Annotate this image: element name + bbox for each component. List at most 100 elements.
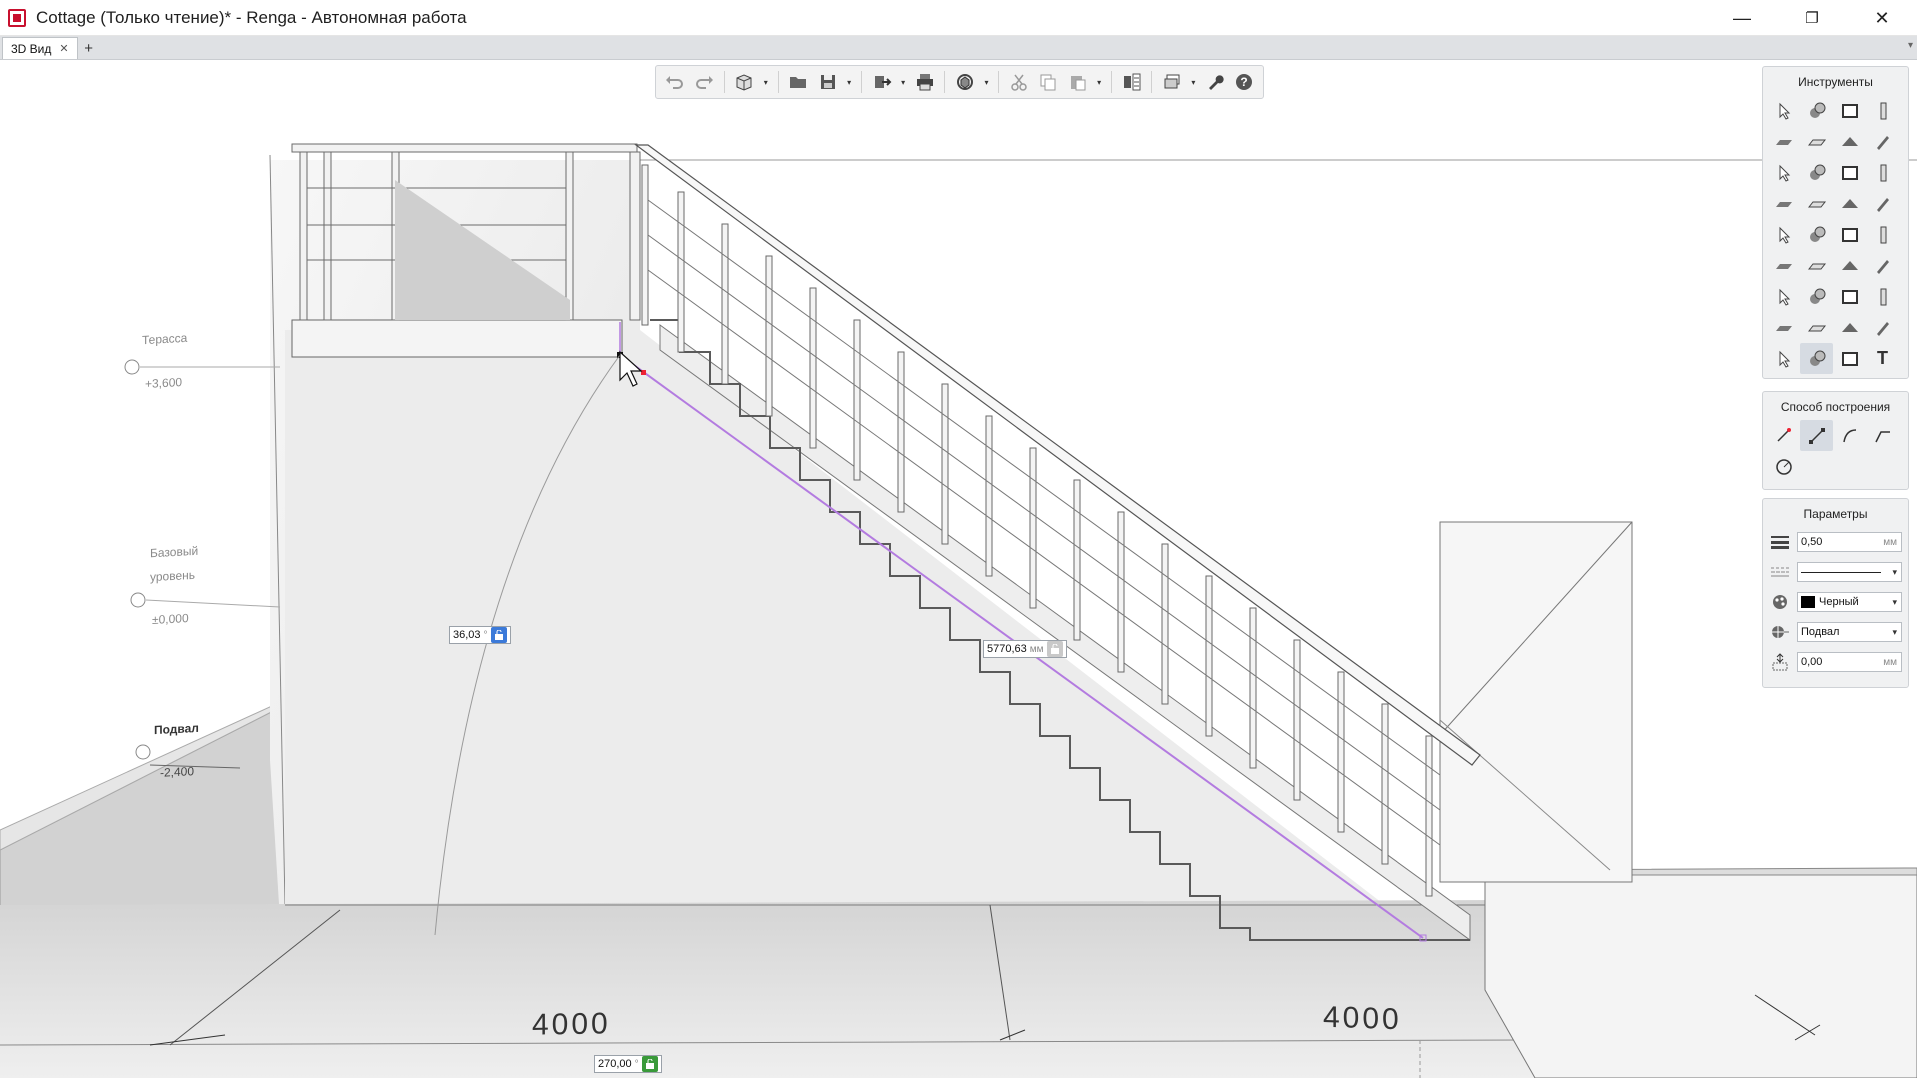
cut-icon[interactable]	[1006, 69, 1031, 95]
print-icon[interactable]	[912, 69, 937, 95]
chevron-down-icon[interactable]: ▾	[761, 78, 771, 87]
fitting-icon[interactable]	[1866, 219, 1899, 250]
by-point-icon[interactable]	[1767, 420, 1800, 451]
roof-icon[interactable]	[1833, 126, 1866, 157]
ventilation-icon[interactable]	[1833, 219, 1866, 250]
wrench-icon[interactable]	[1202, 69, 1227, 95]
view-cube-icon[interactable]	[732, 69, 757, 95]
lock-icon[interactable]	[1046, 641, 1063, 657]
tools-panel-title: Инструменты	[1798, 75, 1873, 89]
lock-icon[interactable]	[641, 1056, 658, 1072]
paste-icon[interactable]	[1065, 69, 1090, 95]
level-icon	[1769, 622, 1791, 642]
bottom-angle-input[interactable]: 270,00 °	[594, 1055, 662, 1073]
hood-icon[interactable]	[1800, 281, 1833, 312]
redo-icon[interactable]	[691, 69, 716, 95]
3d-viewport[interactable]: Терасса +3,600 Базовый уровень ±0,000 По…	[0, 60, 1917, 1078]
line-thickness-input[interactable]: 0,50 мм	[1797, 532, 1902, 552]
railing-icon[interactable]	[1767, 188, 1800, 219]
circle-mode-icon[interactable]	[1767, 451, 1800, 482]
export-icon[interactable]	[869, 69, 894, 95]
arc-icon[interactable]	[1833, 420, 1866, 451]
chevron-down-icon[interactable]: ▾	[1189, 78, 1199, 87]
door-icon[interactable]	[1833, 157, 1866, 188]
duct-fan-icon[interactable]	[1833, 250, 1866, 281]
chevron-down-icon[interactable]: ▾	[1094, 78, 1104, 87]
device-icon[interactable]	[1833, 312, 1866, 343]
toolbar-separator	[998, 71, 1000, 93]
title-bar: Cottage (Только чтение)* - Renga - Автон…	[0, 0, 1917, 36]
lamp-icon[interactable]	[1833, 188, 1866, 219]
select-icon[interactable]	[1767, 95, 1800, 126]
help-icon[interactable]: ?	[1232, 69, 1257, 95]
length-input[interactable]: 5770,63 мм	[983, 640, 1067, 658]
dimension-icon[interactable]	[1767, 343, 1800, 374]
line-icon[interactable]	[1800, 188, 1833, 219]
assembly-icon[interactable]	[1800, 95, 1833, 126]
svg-text:?: ?	[1241, 75, 1248, 89]
add-tab-button[interactable]: +	[78, 37, 100, 59]
brush-icon[interactable]	[1866, 126, 1899, 157]
open-folder-icon[interactable]	[786, 69, 811, 95]
parameters-panel: Параметры 0,50 мм ▾ Черный ▾ Подвал ▾ 0,…	[1762, 498, 1909, 688]
valve-icon[interactable]	[1767, 250, 1800, 281]
net-icon[interactable]	[1800, 312, 1833, 343]
pump-icon[interactable]	[1767, 281, 1800, 312]
tab-strip: 3D Вид ✕ + ▾	[0, 36, 1917, 60]
equipment-icon[interactable]	[1800, 219, 1833, 250]
tank-icon[interactable]	[1866, 281, 1899, 312]
close-button[interactable]: ✕	[1847, 0, 1917, 36]
lock-icon[interactable]	[490, 627, 507, 643]
chevron-down-icon: ▾	[1892, 566, 1897, 577]
stair-flight-icon[interactable]	[1767, 157, 1800, 188]
orbit-icon[interactable]	[952, 69, 977, 95]
save-icon[interactable]	[815, 69, 840, 95]
undo-icon[interactable]	[662, 69, 687, 95]
tab-close-icon[interactable]: ✕	[59, 42, 68, 55]
mech-fitting-icon[interactable]	[1833, 281, 1866, 312]
level-value-basement: -2,400	[160, 764, 195, 780]
minimize-button[interactable]: —	[1707, 0, 1777, 36]
tab-label: 3D Вид	[11, 41, 52, 56]
radiator-icon[interactable]	[1800, 250, 1833, 281]
color-select[interactable]: Черный ▾	[1797, 592, 1902, 612]
terminal-icon[interactable]	[1866, 312, 1899, 343]
hatch-icon[interactable]	[1833, 343, 1866, 374]
pipe-icon[interactable]	[1866, 188, 1899, 219]
cabinet-icon[interactable]	[1767, 312, 1800, 343]
beam-icon[interactable]	[1767, 126, 1800, 157]
polyline-mode-icon[interactable]	[1866, 420, 1899, 451]
offset-input[interactable]: 0,00 мм	[1797, 652, 1902, 672]
chevron-down-icon[interactable]: ▾	[898, 78, 908, 87]
line-type-select[interactable]: ▾	[1797, 562, 1902, 582]
window-icon[interactable]	[1866, 157, 1899, 188]
polyline-icon[interactable]	[1800, 343, 1833, 374]
chevron-down-icon: ▾	[1892, 626, 1897, 637]
layers-icon[interactable]	[1159, 69, 1184, 95]
bottom-angle-unit: °	[634, 1058, 639, 1070]
duct-fitting-icon[interactable]	[1866, 250, 1899, 281]
angle-input[interactable]: 36,03 °	[449, 626, 511, 644]
chevron-down-icon[interactable]: ▾	[844, 78, 854, 87]
slab-icon[interactable]	[1800, 126, 1833, 157]
plumbing-icon[interactable]	[1767, 219, 1800, 250]
toolbar-separator	[1151, 71, 1153, 93]
compare-icon[interactable]	[1119, 69, 1144, 95]
copy-icon[interactable]	[1036, 69, 1061, 95]
angle-unit: °	[483, 629, 488, 641]
segment-icon[interactable]	[1800, 420, 1833, 451]
maximize-button[interactable]: ❐	[1777, 0, 1847, 36]
ramp-icon[interactable]	[1800, 157, 1833, 188]
tab-menu-chevron-icon[interactable]: ▾	[1908, 40, 1913, 51]
main-toolbar: ▾ ▾ ▾ ▾ ▾ ▾ ?	[655, 65, 1264, 99]
tab-3d-view[interactable]: 3D Вид ✕	[2, 37, 78, 59]
toolbar-separator	[860, 71, 862, 93]
length-unit: мм	[1029, 643, 1044, 655]
level-select[interactable]: Подвал ▾	[1797, 622, 1902, 642]
column-icon[interactable]	[1866, 95, 1899, 126]
chevron-down-icon[interactable]: ▾	[982, 78, 992, 87]
rectangle-icon[interactable]	[1833, 95, 1866, 126]
text-icon[interactable]: T	[1866, 343, 1899, 374]
level-name-base-line2: уровень	[150, 567, 196, 585]
param-linetype-row: ▾	[1763, 557, 1908, 587]
